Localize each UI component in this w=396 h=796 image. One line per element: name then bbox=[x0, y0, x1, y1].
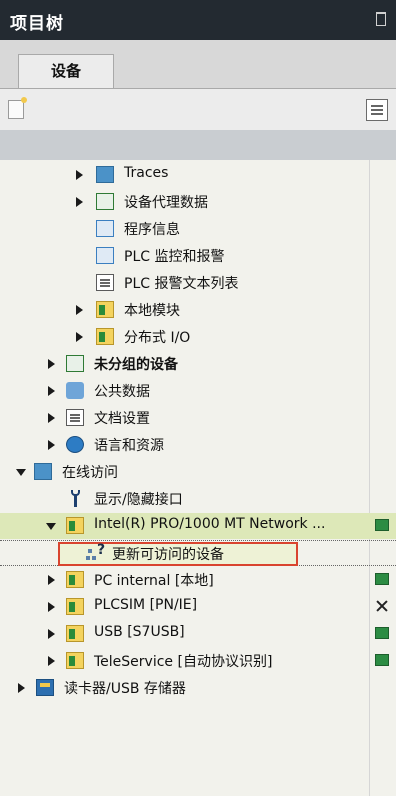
tree-item-card-reader[interactable]: 读卡器/USB 存储器 bbox=[0, 675, 396, 701]
teleservice-folder-icon bbox=[66, 652, 84, 669]
ungrouped-devices-icon bbox=[66, 355, 84, 372]
tree-item-label: 本地模块 bbox=[124, 303, 180, 319]
tree-item-label: 在线访问 bbox=[62, 465, 118, 481]
tree-item-label: 文档设置 bbox=[94, 411, 150, 427]
tree-item-label: Intel(R) PRO/1000 MT Network ... bbox=[94, 516, 326, 532]
program-info-icon bbox=[96, 220, 114, 237]
tree-header-strip bbox=[0, 130, 396, 160]
details-view-icon[interactable] bbox=[366, 99, 388, 121]
expand-arrow-icon[interactable] bbox=[76, 332, 83, 342]
trace-folder-icon bbox=[96, 166, 114, 183]
document-settings-icon bbox=[66, 409, 84, 426]
tree-item-document-settings[interactable]: 文档设置 bbox=[0, 405, 396, 431]
tree-item-ungrouped-devices[interactable]: 未分组的设备 bbox=[0, 351, 396, 377]
tab-devices[interactable]: 设备 bbox=[18, 54, 114, 88]
card-reader-icon bbox=[36, 679, 54, 696]
tree-item-label: PC internal [本地] bbox=[94, 573, 214, 589]
tree-item-label: 读卡器/USB 存储器 bbox=[64, 681, 186, 697]
tree-item-pc-internal[interactable]: PC internal [本地] bbox=[0, 567, 396, 593]
plc-alarm-icon bbox=[96, 247, 114, 264]
tree-item-label: 语言和资源 bbox=[94, 438, 164, 454]
tree-item-plcsim[interactable]: PLCSIM [PN/IE] bbox=[0, 594, 396, 620]
expand-arrow-icon[interactable] bbox=[48, 440, 55, 450]
collapse-arrow-icon[interactable] bbox=[16, 469, 26, 476]
tree-item-label: PLCSIM [PN/IE] bbox=[94, 597, 198, 613]
tree-item-intel-nic[interactable]: Intel(R) PRO/1000 MT Network ... bbox=[0, 513, 396, 539]
alarm-text-icon bbox=[96, 274, 114, 291]
wrench-icon bbox=[70, 490, 80, 507]
module-folder-icon bbox=[96, 301, 114, 318]
tree-item-label: Traces bbox=[124, 165, 169, 181]
io-folder-icon bbox=[96, 328, 114, 345]
tree-item-label: 未分组的设备 bbox=[94, 357, 178, 373]
tree-item-distributed-io[interactable]: 分布式 I/O bbox=[0, 324, 396, 350]
connected-status-icon bbox=[375, 654, 389, 666]
tree-item-plc-alarm-text[interactable]: PLC 报警文本列表 bbox=[0, 270, 396, 296]
tree-item-label: 设备代理数据 bbox=[124, 195, 208, 211]
tree-item-show-hidden-interfaces[interactable]: 显示/隐藏接口 bbox=[0, 486, 396, 512]
tree-item-teleservice[interactable]: TeleService [自动协议识别] bbox=[0, 648, 396, 674]
expand-arrow-icon[interactable] bbox=[48, 413, 55, 423]
common-data-icon bbox=[66, 382, 84, 399]
expand-arrow-icon[interactable] bbox=[48, 656, 55, 666]
network-adapter-icon bbox=[66, 517, 84, 534]
tree-item-usb[interactable]: USB [S7USB] bbox=[0, 621, 396, 647]
tree-item-device-proxy[interactable]: 设备代理数据 bbox=[0, 189, 396, 215]
collapse-arrow-icon[interactable] bbox=[46, 523, 56, 530]
tree-item-label: TeleService [自动协议识别] bbox=[94, 654, 273, 670]
expand-arrow-icon[interactable] bbox=[48, 386, 55, 396]
panel-titlebar: 项目树 bbox=[0, 0, 396, 40]
pc-folder-icon bbox=[66, 571, 84, 588]
expand-arrow-icon[interactable] bbox=[48, 629, 55, 639]
usb-folder-icon bbox=[66, 625, 84, 642]
expand-arrow-icon[interactable] bbox=[48, 359, 55, 369]
expand-arrow-icon[interactable] bbox=[76, 305, 83, 315]
panel-title: 项目树 bbox=[10, 14, 64, 34]
language-globe-icon bbox=[66, 436, 84, 453]
tree-item-label: 程序信息 bbox=[124, 222, 180, 238]
tree-item-label: USB [S7USB] bbox=[94, 624, 185, 640]
connected-status-icon bbox=[375, 519, 389, 531]
tree-item-label: 更新可访问的设备 bbox=[112, 547, 224, 563]
tree-item-online-access[interactable]: 在线访问 bbox=[0, 459, 396, 485]
tree-item-label: PLC 报警文本列表 bbox=[124, 276, 239, 292]
tree-item-languages[interactable]: 语言和资源 bbox=[0, 432, 396, 458]
plcsim-folder-icon bbox=[66, 598, 84, 615]
tree-item-update-accessible-devices[interactable]: ? 更新可访问的设备 bbox=[0, 540, 396, 566]
tree-item-plc-alarm[interactable]: PLC 监控和报警 bbox=[0, 243, 396, 269]
disconnected-status-icon bbox=[375, 600, 389, 612]
online-access-icon bbox=[34, 463, 52, 480]
expand-arrow-icon[interactable] bbox=[48, 575, 55, 585]
project-tree[interactable]: Traces 设备代理数据 程序信息 PLC 监控和报警 PLC 报警文本列表 … bbox=[0, 160, 396, 796]
tree-item-label: 显示/隐藏接口 bbox=[94, 492, 183, 508]
pin-panel-icon[interactable] bbox=[376, 12, 386, 26]
toolbar bbox=[0, 88, 396, 131]
expand-arrow-icon[interactable] bbox=[76, 170, 83, 180]
tree-item-label: 分布式 I/O bbox=[124, 330, 191, 346]
expand-arrow-icon[interactable] bbox=[76, 197, 83, 207]
tree-item-local-modules[interactable]: 本地模块 bbox=[0, 297, 396, 323]
tree-item-label: 公共数据 bbox=[94, 384, 150, 400]
tab-bar: 设备 bbox=[0, 40, 396, 88]
tree-item-traces[interactable]: Traces bbox=[0, 162, 396, 188]
update-devices-icon: ? bbox=[86, 542, 108, 562]
expand-arrow-icon[interactable] bbox=[48, 602, 55, 612]
connected-status-icon bbox=[375, 627, 389, 639]
expand-arrow-icon[interactable] bbox=[18, 683, 25, 693]
proxy-data-icon bbox=[96, 193, 114, 210]
tree-item-program-info[interactable]: 程序信息 bbox=[0, 216, 396, 242]
tree-item-label: PLC 监控和报警 bbox=[124, 249, 225, 265]
tree-item-common-data[interactable]: 公共数据 bbox=[0, 378, 396, 404]
connected-status-icon bbox=[375, 573, 389, 585]
add-new-icon[interactable] bbox=[8, 97, 27, 119]
